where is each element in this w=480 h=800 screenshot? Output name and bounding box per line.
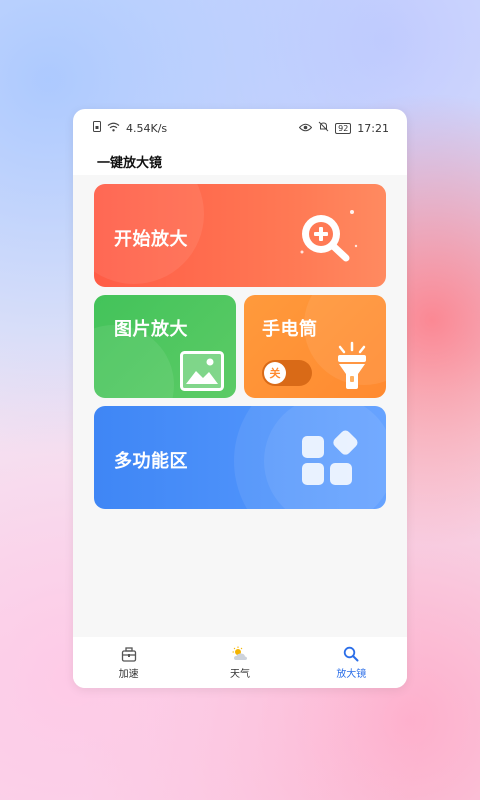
status-left: 4.54K/s [93, 121, 167, 135]
magnifier-icon [343, 646, 359, 662]
page-title: 一键放大镜 [97, 155, 163, 171]
start-magnify-card[interactable]: 开始放大 [94, 184, 386, 287]
picture-icon [180, 351, 224, 395]
mute-bell-icon [318, 121, 329, 135]
network-speed: 4.54K/s [126, 121, 168, 135]
sim-icon [93, 121, 101, 135]
tab-weather-label: 天气 [229, 668, 250, 680]
bottom-tab-bar: 加速 天气 放大镜 [73, 637, 407, 688]
eye-icon [298, 122, 313, 135]
clock: 17:21 [357, 121, 389, 135]
tab-magnifier[interactable]: 放大镜 [296, 637, 407, 688]
status-right: 92 17:21 [298, 121, 389, 135]
flashlight-icon [334, 341, 370, 395]
apps-grid-icon [300, 430, 358, 492]
flashlight-card[interactable]: 手电筒 关 [244, 295, 386, 398]
tab-magnifier-label: 放大镜 [336, 668, 367, 680]
flashlight-toggle-knob: 关 [264, 362, 286, 384]
multi-function-card[interactable]: 多功能区 [94, 406, 386, 509]
battery-level: 92 [335, 122, 352, 134]
wifi-icon [107, 122, 120, 135]
image-magnify-card[interactable]: 图片放大 [94, 295, 236, 398]
weather-icon [231, 646, 249, 662]
tab-weather[interactable]: 天气 [184, 637, 295, 688]
status-bar: 4.54K/s 92 17:21 [73, 109, 407, 147]
start-magnify-label: 开始放大 [114, 229, 188, 250]
tab-speed[interactable]: 加速 [73, 637, 184, 688]
main-content: 开始放大 图片放大 手电筒 关 多功能区 [73, 175, 407, 637]
image-magnify-label: 图片放大 [114, 319, 188, 340]
multi-function-label: 多功能区 [114, 451, 188, 472]
flashlight-toggle[interactable]: 关 [262, 360, 312, 386]
tab-speed-label: 加速 [118, 668, 139, 680]
phone-screen: 4.54K/s 92 17:21 一键放大镜 开始放大 图片放大 手电筒 关 多… [73, 109, 407, 688]
flashlight-label: 手电筒 [262, 319, 318, 340]
magnifier-plus-icon [294, 206, 358, 274]
speed-icon [121, 646, 137, 662]
